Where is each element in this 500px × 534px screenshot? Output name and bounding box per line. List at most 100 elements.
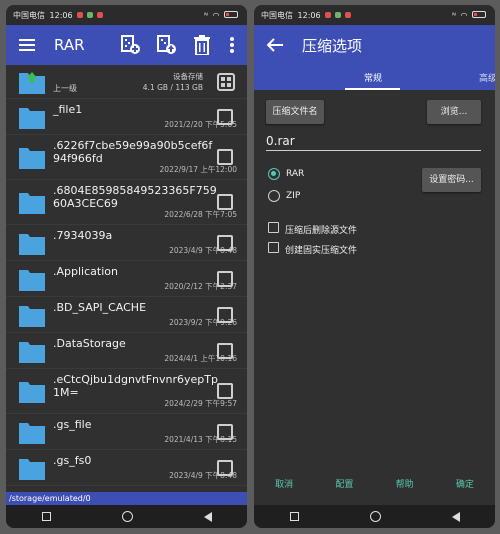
notification-icons [77,11,105,18]
folder-icon [19,420,45,444]
home-icon[interactable] [369,511,381,522]
folder-icon [19,145,45,169]
select-checkbox[interactable] [217,423,233,440]
wifi-icon: ◠ [460,10,468,20]
battery-icon [224,10,238,18]
file-name: .6804E85985849523365F75960A3CEC69 [53,184,217,210]
app-title: RAR [54,36,85,54]
grid-view-icon[interactable] [217,73,235,91]
file-name: _file1 [53,103,83,116]
folder-icon [19,105,45,129]
app-bar: 压缩选项 [254,25,495,65]
file-row[interactable]: .eCtcQjbu1dgnvtFnvnr6yepTp1M= 2024/2/29 下… [6,369,247,414]
file-row[interactable]: .gs_file 2021/4/13 下午8:15 [6,414,247,450]
solid-archive-checkbox[interactable] [268,242,279,253]
tab-advanced[interactable]: 高级 [479,71,495,84]
system-nav-bar [6,505,247,528]
file-row[interactable]: .DataStorage 2024/4/1 上午10:16 [6,333,247,369]
parent-directory-row[interactable]: 上一级 设备存储 4.1 GB / 113 GB [6,65,247,99]
archive-name-button[interactable]: 压缩文件名 [266,100,324,124]
cancel-button[interactable]: 取消 [275,477,293,495]
format-zip-label: ZIP [286,191,301,201]
select-checkbox[interactable] [217,306,233,323]
time-label: 12:06 [49,10,73,20]
file-name: .DataStorage [53,337,126,350]
recents-icon[interactable] [289,512,299,521]
help-button[interactable]: 帮助 [396,477,414,495]
status-bar: 中国电信 12:06 ᴺ ◠ [254,5,495,25]
file-name: .Application [53,265,118,278]
file-name: .6226f7cbe59e99a90b5cef6f94f966fd [53,139,213,165]
back-arrow-icon[interactable] [262,32,288,58]
screen-title: 压缩选项 [302,36,363,55]
archive-filename-input[interactable]: 0.rar [266,134,481,151]
set-password-button[interactable]: 设置密码... [422,168,481,192]
delete-icon[interactable] [189,32,215,58]
select-checkbox[interactable] [217,383,233,399]
file-name: .gs_file [53,418,92,431]
file-date: 2022/6/28 下午7:05 [164,210,237,219]
file-row[interactable]: .BD_SAPI_CACHE 2023/9/2 下午9:26 [6,297,247,333]
app-bar: RAR [6,25,247,65]
folder-icon [19,303,45,327]
file-date: 2022/9/17 上午12:00 [159,165,237,174]
tab-bar: 常规 高级 [254,65,495,90]
folder-up-icon [19,70,45,94]
battery-icon [472,10,486,18]
profiles-button[interactable]: 配置 [335,477,353,495]
folder-icon [19,379,45,403]
file-name: .7934039a [53,229,113,242]
folder-icon [19,231,45,255]
solid-archive-label: 创建固实压缩文件 [285,246,358,256]
system-nav-bar [254,505,495,528]
current-path: /storage/emulated/0 [6,492,247,505]
format-rar-label: RAR [286,169,305,179]
select-checkbox[interactable] [217,149,233,165]
carrier-label: 中国电信 [261,10,293,20]
status-bar: 中国电信 12:06 ᴺ ◠ [6,5,247,25]
select-checkbox[interactable] [217,270,233,287]
folder-icon [19,456,45,480]
time-label: 12:06 [297,10,321,20]
format-rar-radio[interactable] [268,168,280,180]
file-date: 2024/2/29 下午9:57 [164,399,237,408]
select-checkbox[interactable] [217,459,233,476]
more-options-icon[interactable] [225,32,239,58]
tab-general[interactable]: 常规 [364,71,382,84]
tab-indicator [345,88,400,90]
nfc-icon: ᴺ [204,10,208,20]
nfc-icon: ᴺ [452,10,456,20]
storage-label: 设备存储 [173,72,203,81]
format-zip-radio[interactable] [268,190,280,202]
file-name: .BD_SAPI_CACHE [53,301,147,314]
add-to-archive-icon[interactable] [117,32,143,58]
file-row[interactable]: .Application 2020/2/12 下午2:37 [6,261,247,297]
menu-icon[interactable] [14,32,40,58]
home-icon[interactable] [121,511,133,522]
select-checkbox[interactable] [217,108,233,125]
select-checkbox[interactable] [217,194,233,210]
file-name: .gs_fs0 [53,454,92,467]
delete-after-checkbox[interactable] [268,222,279,233]
browse-button[interactable]: 浏览... [427,100,481,124]
file-row[interactable]: .6226f7cbe59e99a90b5cef6f94f966fd 2022/9/… [6,135,247,180]
file-list: 上一级 设备存储 4.1 GB / 113 GB _file1 2021/2/20… [6,65,247,494]
dialog-actions: 取消 配置 帮助 确定 [254,477,495,495]
recents-icon[interactable] [41,512,51,521]
notification-icons [325,11,353,18]
file-row[interactable]: _file1 2021/2/20 下午5:05 [6,99,247,135]
file-browser-screen: 中国电信 12:06 ᴺ ◠ RAR 上一级 设备存储 4.1 GB / 113… [6,5,247,528]
carrier-label: 中国电信 [13,10,45,20]
file-row[interactable]: .6804E85985849523365F75960A3CEC69 2022/6/… [6,180,247,225]
ok-button[interactable]: 确定 [456,477,474,495]
delete-after-label: 压缩后删除源文件 [285,226,358,236]
select-checkbox[interactable] [217,342,233,359]
back-icon[interactable] [451,511,460,522]
extract-icon[interactable] [153,32,179,58]
file-row[interactable]: .7934039a 2023/4/9 下午8:48 [6,225,247,261]
back-icon[interactable] [203,511,212,522]
select-checkbox[interactable] [217,234,233,251]
folder-icon [19,339,45,363]
file-name: .eCtcQjbu1dgnvtFnvnr6yepTp1M= [53,373,218,399]
file-row[interactable]: .gs_fs0 2023/4/9 下午8:48 [6,450,247,486]
